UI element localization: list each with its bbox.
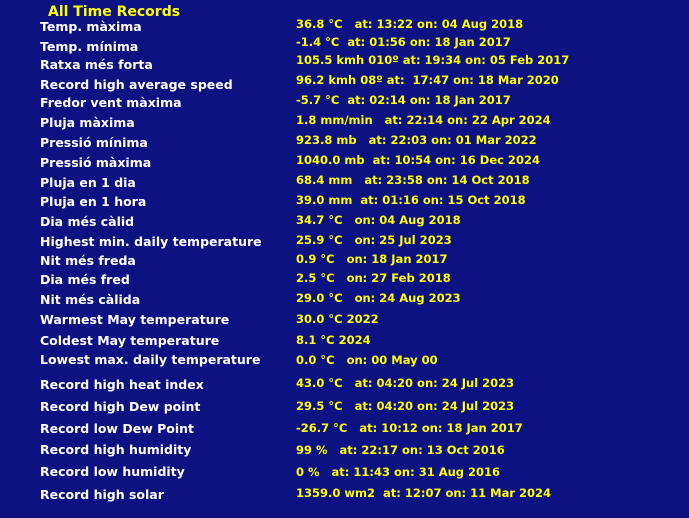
record-label: Dia més càlid (40, 214, 135, 229)
record-value: 1.8 mm/min at: 22:14 on: 22 Apr 2024 (296, 113, 551, 127)
record-label: Record high heat index (40, 377, 204, 392)
record-label: Record high Dew point (40, 399, 201, 414)
record-value: -1.4 °C at: 01:56 on: 18 Jan 2017 (296, 35, 511, 49)
record-value: 30.0 °C 2022 (296, 312, 379, 326)
record-label: Pluja en 1 dia (40, 175, 136, 190)
record-value: 43.0 °C at: 04:20 on: 24 Jul 2023 (296, 376, 515, 390)
record-value: 0 % at: 11:43 on: 31 Aug 2016 (296, 465, 501, 479)
record-label: Record high solar (40, 487, 164, 502)
record-value: 0.9 °C on: 18 Jan 2017 (296, 252, 448, 266)
record-label: Dia més fred (40, 272, 130, 287)
record-label: Record high humidity (40, 442, 192, 457)
record-value: 99 % at: 22:17 on: 13 Oct 2016 (296, 443, 505, 457)
record-label: Lowest max. daily temperature (40, 352, 261, 367)
record-label: Fredor vent màxima (40, 95, 182, 110)
record-value: 36.8 °C at: 13:22 on: 04 Aug 2018 (296, 17, 524, 31)
record-label: Coldest May temperature (40, 333, 220, 348)
record-label: Nit més freda (40, 253, 136, 268)
record-label: Temp. màxima (40, 19, 142, 34)
record-label: Warmest May temperature (40, 312, 230, 327)
record-value: 1040.0 mb at: 10:54 on: 16 Dec 2024 (296, 153, 540, 167)
record-value: 68.4 mm at: 23:58 on: 14 Oct 2018 (296, 173, 530, 187)
record-label: Ratxa més forta (40, 57, 153, 72)
record-value: 29.5 °C at: 04:20 on: 24 Jul 2023 (296, 399, 515, 413)
record-label: Record high average speed (40, 77, 233, 92)
record-value: 2.5 °C on: 27 Feb 2018 (296, 271, 451, 285)
record-label: Nit més càlida (40, 292, 141, 307)
record-value: 34.7 °C on: 04 Aug 2018 (296, 213, 461, 227)
record-value: 105.5 kmh 010º at: 19:34 on: 05 Feb 2017 (296, 53, 570, 67)
record-value: 96.2 kmh 08º at: 17:47 on: 18 Mar 2020 (296, 73, 559, 87)
record-value: 25.9 °C on: 25 Jul 2023 (296, 233, 452, 247)
record-value: -26.7 °C at: 10:12 on: 18 Jan 2017 (296, 421, 523, 435)
record-value: 923.8 mb at: 22:03 on: 01 Mar 2022 (296, 133, 537, 147)
record-value: 1359.0 wm2 at: 12:07 on: 11 Mar 2024 (296, 486, 552, 500)
record-value: -5.7 °C at: 02:14 on: 18 Jan 2017 (296, 93, 511, 107)
record-label: Record low humidity (40, 464, 185, 479)
record-value: 0.0 °C on: 00 May 00 (296, 353, 438, 367)
record-value: 29.0 °C on: 24 Aug 2023 (296, 291, 461, 305)
record-label: Record low Dew Point (40, 421, 194, 436)
record-label: Temp. mínima (40, 39, 139, 54)
page-title: All Time Records (48, 4, 181, 20)
record-label: Pluja màxima (40, 115, 135, 130)
record-label: Highest min. daily temperature (40, 234, 262, 249)
record-label: Pluja en 1 hora (40, 194, 147, 209)
record-value: 39.0 mm at: 01:16 on: 15 Oct 2018 (296, 193, 526, 207)
record-label: Pressió màxima (40, 155, 152, 170)
record-value: 8.1 °C 2024 (296, 333, 371, 347)
record-label: Pressió mínima (40, 135, 148, 150)
